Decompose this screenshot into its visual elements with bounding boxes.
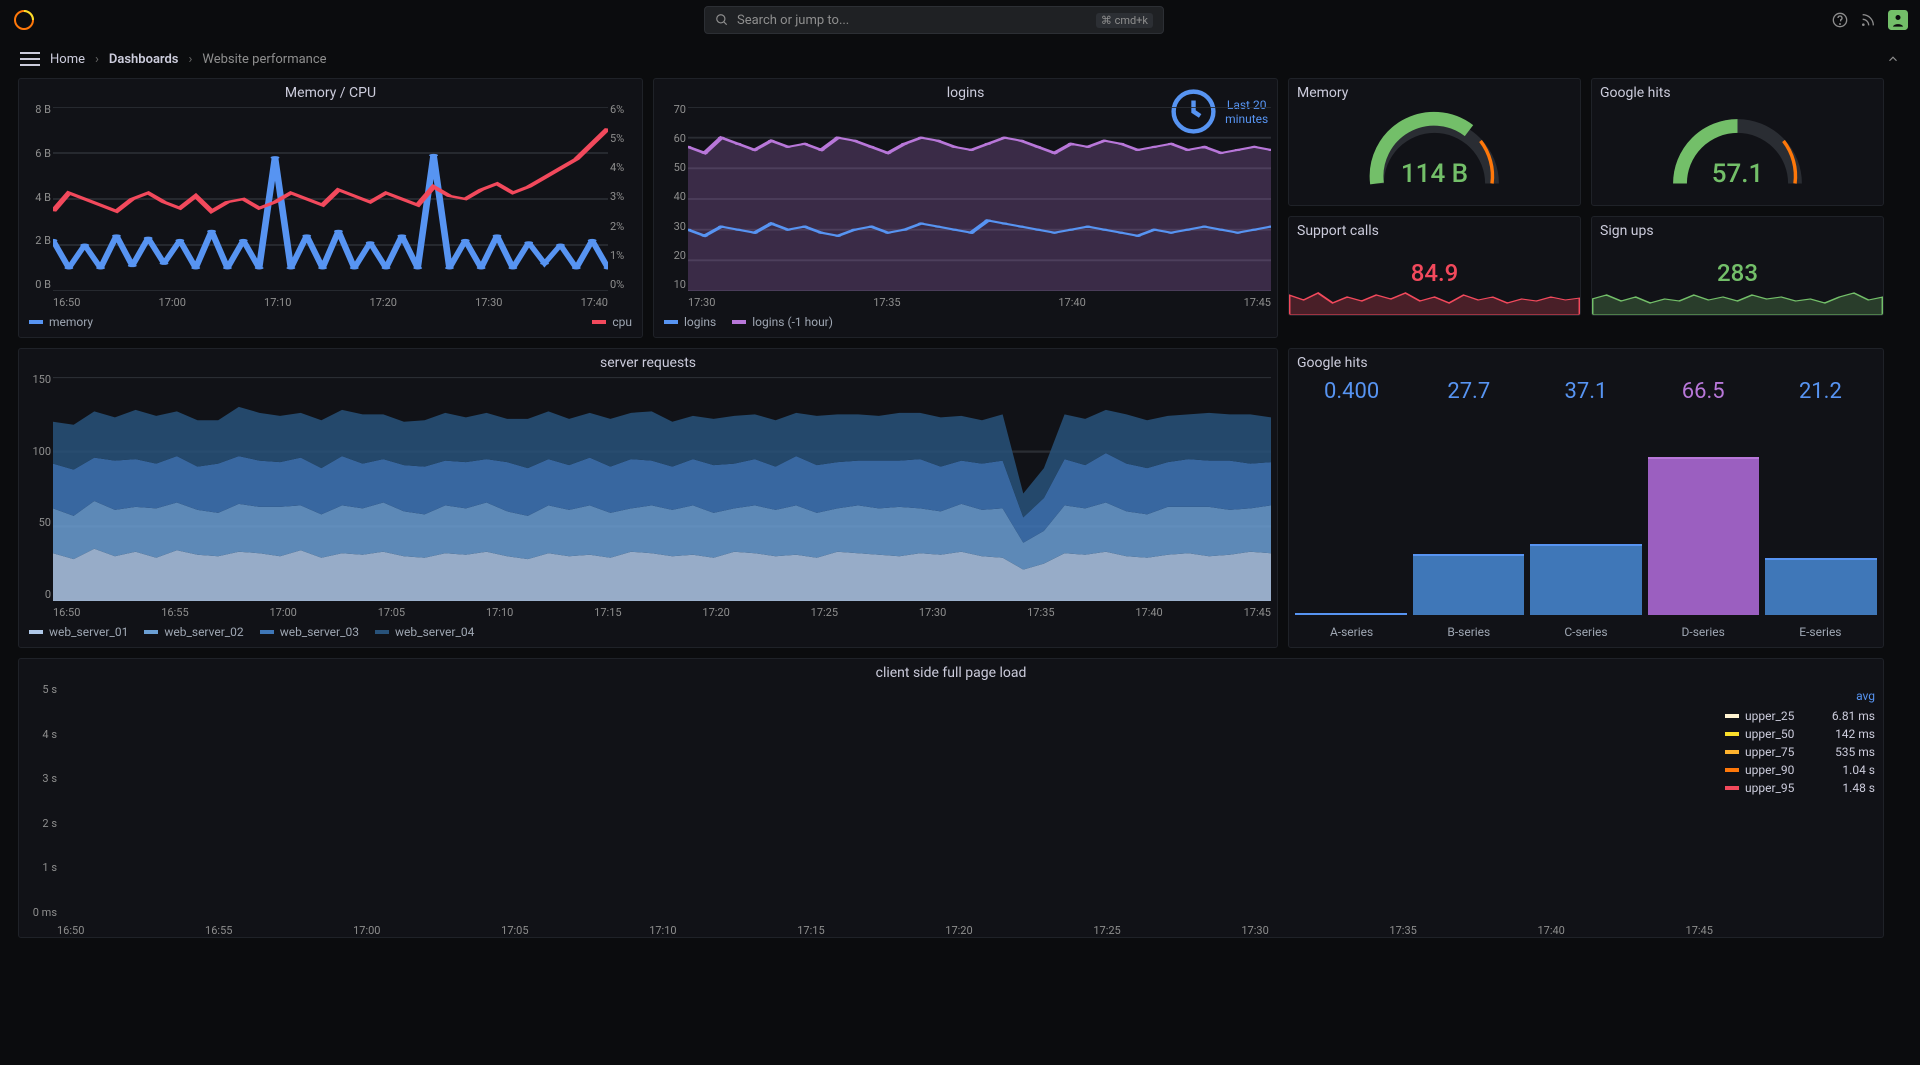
panel-sign-ups[interactable]: Sign ups 283 <box>1591 216 1884 316</box>
x-axis: 16:5016:5517:0017:0517:1017:1517:2017:25… <box>53 606 1271 619</box>
gauge-value: 114 B <box>1401 159 1468 189</box>
y-axis-right: 6%5%4%3%2%1%0% <box>610 103 638 291</box>
legend-swatch <box>260 630 274 634</box>
y-axis-left: 8 B6 B4 B2 B0 B <box>23 103 51 291</box>
panel-title: server requests <box>19 349 1277 373</box>
x-axis: 16:5016:5517:0017:0517:1017:1517:2017:25… <box>57 924 1713 937</box>
chevron-up-icon[interactable] <box>1886 52 1900 66</box>
x-axis: 17:3017:3517:4017:45 <box>688 296 1271 309</box>
panel-pageload[interactable]: client side full page load 5 s4 s3 s2 s1… <box>18 658 1884 938</box>
panel-google-bars[interactable]: Google hits 0.40027.737.166.521.2 A-seri… <box>1288 348 1884 648</box>
sparkline <box>1289 275 1580 315</box>
bar-gauge-category: E-series <box>1762 625 1879 639</box>
legend-item: upper_50142 ms <box>1725 725 1875 743</box>
bar-gauge-values: 0.40027.737.166.521.2 <box>1289 373 1883 408</box>
x-axis: 16:5017:0017:1017:2017:3017:40 <box>53 296 608 309</box>
bar-gauge-category: C-series <box>1527 625 1644 639</box>
search-icon <box>715 13 729 27</box>
panel-memory-cpu[interactable]: Memory / CPU 8 B6 B4 B2 B0 B 6%5%4%3%2%1… <box>18 78 643 338</box>
bar-gauge-value: 0.400 <box>1293 379 1410 404</box>
panel-google-hits-gauge[interactable]: Google hits 57.1 <box>1591 78 1884 206</box>
breadcrumb-dashboards[interactable]: Dashboards <box>109 52 179 67</box>
bar-gauge-cell <box>1295 412 1407 615</box>
legend-swatch <box>1725 732 1739 736</box>
legend: avg upper_256.81 msupper_50142 msupper_7… <box>1725 689 1875 931</box>
bar-gauge-category: B-series <box>1410 625 1527 639</box>
legend-item: upper_256.81 ms <box>1725 707 1875 725</box>
chevron-right-icon: › <box>95 52 99 67</box>
bar-gauge-cell <box>1530 412 1642 615</box>
bar-gauge-value: 66.5 <box>1645 379 1762 404</box>
bar-gauge-value: 37.1 <box>1527 379 1644 404</box>
legend-swatch <box>375 630 389 634</box>
y-axis-left: 5 s4 s3 s2 s1 s0 ms <box>23 683 57 919</box>
y-axis-left: 70605040302010 <box>658 103 686 291</box>
panel-title: Memory <box>1289 79 1580 103</box>
legend-swatch <box>1725 714 1739 718</box>
bar-gauge-categories: A-seriesB-seriesC-seriesD-seriesE-series <box>1289 619 1883 647</box>
panel-logins[interactable]: logins Last 20 minutes 70605040302010 17… <box>653 78 1278 338</box>
help-icon[interactable] <box>1832 12 1848 28</box>
chart-canvas <box>53 377 1271 601</box>
breadcrumb-current: Website performance <box>202 52 326 67</box>
grafana-logo-icon <box>12 8 36 32</box>
panel-title: logins Last 20 minutes <box>654 79 1277 103</box>
panel-title: Support calls <box>1289 217 1580 241</box>
bar-gauge-value: 27.7 <box>1410 379 1527 404</box>
gauge-value: 57.1 <box>1712 159 1764 189</box>
legend-swatch <box>732 320 746 324</box>
panel-title: Google hits <box>1289 349 1883 373</box>
legend: web_server_01 web_server_02 web_server_0… <box>19 619 1277 647</box>
legend-swatch <box>1725 786 1739 790</box>
search-input[interactable]: Search or jump to... ⌘ cmd+k <box>704 6 1164 34</box>
user-avatar-icon[interactable] <box>1888 10 1908 30</box>
bar-gauge-value: 21.2 <box>1762 379 1879 404</box>
legend-item: upper_75535 ms <box>1725 743 1875 761</box>
bar-gauge-cell <box>1648 412 1760 615</box>
legend-swatch <box>29 320 43 324</box>
search-placeholder: Search or jump to... <box>737 13 849 28</box>
legend-item: upper_951.48 s <box>1725 779 1875 797</box>
legend-swatch <box>592 320 606 324</box>
panel-title: Sign ups <box>1592 217 1883 241</box>
legend-swatch <box>1725 768 1739 772</box>
panel-title: Google hits <box>1592 79 1883 103</box>
legend-item: upper_901.04 s <box>1725 761 1875 779</box>
legend: logins logins (-1 hour) <box>654 309 1277 337</box>
sparkline <box>1592 275 1883 315</box>
bar-gauge-bars <box>1289 408 1883 619</box>
menu-toggle[interactable] <box>20 52 40 66</box>
chevron-right-icon: › <box>189 52 193 67</box>
legend: memory cpu <box>19 309 642 337</box>
rss-icon[interactable] <box>1860 12 1876 28</box>
bar-gauge-cell <box>1765 412 1877 615</box>
panel-support-calls[interactable]: Support calls 84.9 <box>1288 216 1581 316</box>
legend-swatch <box>664 320 678 324</box>
legend-swatch <box>29 630 43 634</box>
y-axis-left: 150100500 <box>23 373 51 601</box>
breadcrumb-home[interactable]: Home <box>50 52 85 67</box>
chart-canvas <box>688 107 1271 291</box>
panel-memory-gauge[interactable]: Memory 114 B <box>1288 78 1581 206</box>
chart-canvas <box>57 689 1713 915</box>
panel-title: Memory / CPU <box>19 79 642 103</box>
search-shortcut: ⌘ cmd+k <box>1096 13 1153 28</box>
legend-swatch <box>1725 750 1739 754</box>
bar-gauge-category: A-series <box>1293 625 1410 639</box>
chart-canvas <box>53 107 608 291</box>
panel-server-requests[interactable]: server requests 150100500 16:5016:5517:0… <box>18 348 1278 648</box>
panel-title: client side full page load <box>19 659 1883 683</box>
legend-swatch <box>144 630 158 634</box>
bar-gauge-cell <box>1413 412 1525 615</box>
bar-gauge-category: D-series <box>1645 625 1762 639</box>
